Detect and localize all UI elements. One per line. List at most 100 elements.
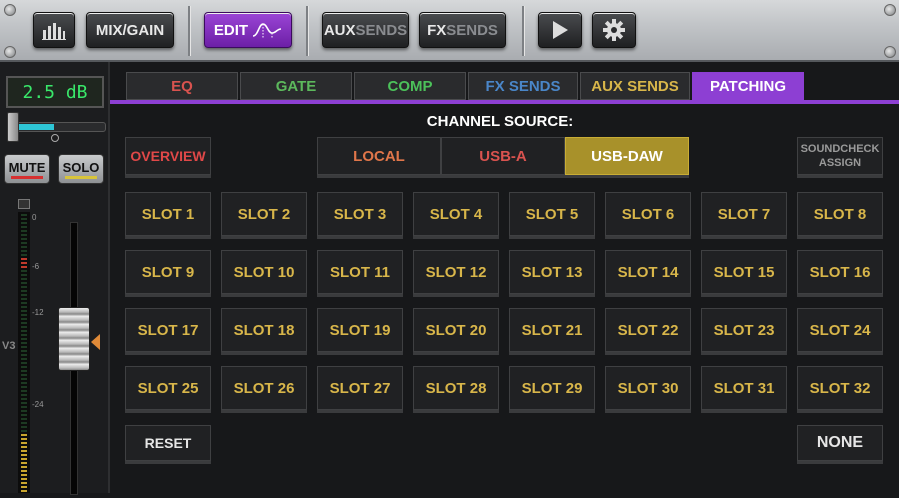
meter-segment xyxy=(21,310,27,312)
slot-button[interactable]: SLOT 7 xyxy=(701,192,787,236)
slot-button[interactable]: SLOT 14 xyxy=(605,250,691,294)
meter-segment xyxy=(21,314,27,316)
slot-label: SLOT 11 xyxy=(329,263,391,281)
fader-handle[interactable] xyxy=(58,307,90,371)
edit-button[interactable]: EDIT xyxy=(204,12,292,48)
meter-tick-0: 0 xyxy=(32,213,37,222)
slot-button[interactable]: SLOT 19 xyxy=(317,308,403,352)
meter-segment xyxy=(21,326,27,328)
soundcheck-label-1: SOUNDCHECK xyxy=(800,143,880,155)
screw-decoration xyxy=(4,46,16,58)
meter-segment xyxy=(21,382,27,384)
slot-label: SLOT 26 xyxy=(233,379,295,397)
slot-label: SLOT 32 xyxy=(809,379,871,397)
slot-label: SLOT 4 xyxy=(429,205,483,223)
slot-label: SLOT 6 xyxy=(621,205,675,223)
meter-tick-12: -12 xyxy=(32,308,44,317)
none-button[interactable]: NONE xyxy=(797,425,883,461)
fx-sends-button[interactable]: FX SENDS xyxy=(419,12,506,48)
soundcheck-assign-button[interactable]: SOUNDCHECK ASSIGN xyxy=(797,137,883,175)
slot-button[interactable]: SLOT 5 xyxy=(509,192,595,236)
slot-button[interactable]: SLOT 24 xyxy=(797,308,883,352)
meter-segment xyxy=(21,262,27,264)
slot-label: SLOT 9 xyxy=(141,263,195,281)
solo-button[interactable]: SOLO xyxy=(58,154,104,184)
slot-button[interactable]: SLOT 2 xyxy=(221,192,307,236)
slot-button[interactable]: SLOT 11 xyxy=(317,250,403,294)
slot-button[interactable]: SLOT 22 xyxy=(605,308,691,352)
slot-button[interactable]: SLOT 26 xyxy=(221,366,307,410)
slot-button[interactable]: SLOT 9 xyxy=(125,250,211,294)
slot-button[interactable]: SLOT 31 xyxy=(701,366,787,410)
slot-button[interactable]: SLOT 30 xyxy=(605,366,691,410)
slot-button[interactable]: SLOT 27 xyxy=(317,366,403,410)
slot-button[interactable]: SLOT 20 xyxy=(413,308,499,352)
slot-button[interactable]: SLOT 1 xyxy=(125,192,211,236)
tab-fx-sends[interactable]: FX SENDS xyxy=(468,72,578,100)
meter-segment xyxy=(21,274,27,276)
meter-segment xyxy=(21,462,27,464)
tab-eq[interactable]: EQ xyxy=(126,72,238,100)
tab-label: PATCHING xyxy=(709,77,787,95)
mix-gain-label: MIX/GAIN xyxy=(95,21,165,39)
reset-button[interactable]: RESET xyxy=(125,425,211,461)
slot-label: SLOT 13 xyxy=(521,263,583,281)
eq-curve-icon xyxy=(252,23,282,38)
slot-label: SLOT 25 xyxy=(137,379,199,397)
mute-button[interactable]: MUTE xyxy=(4,154,50,184)
slot-button[interactable]: SLOT 13 xyxy=(509,250,595,294)
slot-button[interactable]: SLOT 21 xyxy=(509,308,595,352)
meter-segment xyxy=(21,410,27,412)
tab-aux-sends[interactable]: AUX SENDS xyxy=(580,72,690,100)
slot-label: SLOT 31 xyxy=(713,379,775,397)
solo-label: SOLO xyxy=(62,159,100,175)
slot-button[interactable]: SLOT 12 xyxy=(413,250,499,294)
meter-segment xyxy=(21,430,27,432)
tab-gate[interactable]: GATE xyxy=(240,72,352,100)
mix-gain-button[interactable]: MIX/GAIN xyxy=(86,12,174,48)
source-usb-daw-button[interactable]: USB-DAW xyxy=(565,137,689,175)
slot-button[interactable]: SLOT 15 xyxy=(701,250,787,294)
meter-segment xyxy=(21,422,27,424)
slot-button[interactable]: SLOT 18 xyxy=(221,308,307,352)
slot-button[interactable]: SLOT 6 xyxy=(605,192,691,236)
slot-button[interactable]: SLOT 4 xyxy=(413,192,499,236)
tab-label: EQ xyxy=(171,77,193,95)
meter-tick-6: -6 xyxy=(32,262,40,271)
slot-button[interactable]: SLOT 32 xyxy=(797,366,883,410)
slot-button[interactable]: SLOT 3 xyxy=(317,192,403,236)
slot-label: SLOT 12 xyxy=(425,263,487,281)
aux-sends-button[interactable]: AUX SENDS xyxy=(322,12,409,48)
overview-button[interactable]: OVERVIEW xyxy=(125,137,211,175)
meter-segment xyxy=(21,226,27,228)
slot-button[interactable]: SLOT 23 xyxy=(701,308,787,352)
meter-segment xyxy=(21,386,27,388)
slot-button[interactable]: SLOT 16 xyxy=(797,250,883,294)
meter-segment xyxy=(21,442,27,444)
tab-comp[interactable]: COMP xyxy=(354,72,466,100)
meter-segment xyxy=(21,414,27,416)
edit-label: EDIT xyxy=(213,21,249,39)
settings-button[interactable] xyxy=(592,12,636,48)
meters-button[interactable] xyxy=(33,12,75,48)
slot-label: SLOT 19 xyxy=(329,321,391,339)
slot-label: SLOT 2 xyxy=(237,205,291,223)
slot-label: SLOT 8 xyxy=(813,205,867,223)
slot-button[interactable]: SLOT 10 xyxy=(221,250,307,294)
active-tab-underline xyxy=(110,100,899,104)
source-usb-a-button[interactable]: USB-A xyxy=(441,137,565,175)
toolbar-divider xyxy=(306,6,308,56)
meter-segment xyxy=(21,470,27,472)
slot-button[interactable]: SLOT 29 xyxy=(509,366,595,410)
source-local-button[interactable]: LOCAL xyxy=(317,137,441,175)
tab-patching[interactable]: PATCHING xyxy=(692,72,804,100)
gain-display[interactable]: 2.5 dB xyxy=(6,76,104,108)
toolbar-divider xyxy=(188,6,190,56)
play-button[interactable] xyxy=(538,12,582,48)
slot-label: SLOT 21 xyxy=(521,321,583,339)
slot-button[interactable]: SLOT 25 xyxy=(125,366,211,410)
slot-button[interactable]: SLOT 17 xyxy=(125,308,211,352)
slot-button[interactable]: SLOT 8 xyxy=(797,192,883,236)
slot-button[interactable]: SLOT 28 xyxy=(413,366,499,410)
pan-slider-handle[interactable] xyxy=(7,112,19,142)
